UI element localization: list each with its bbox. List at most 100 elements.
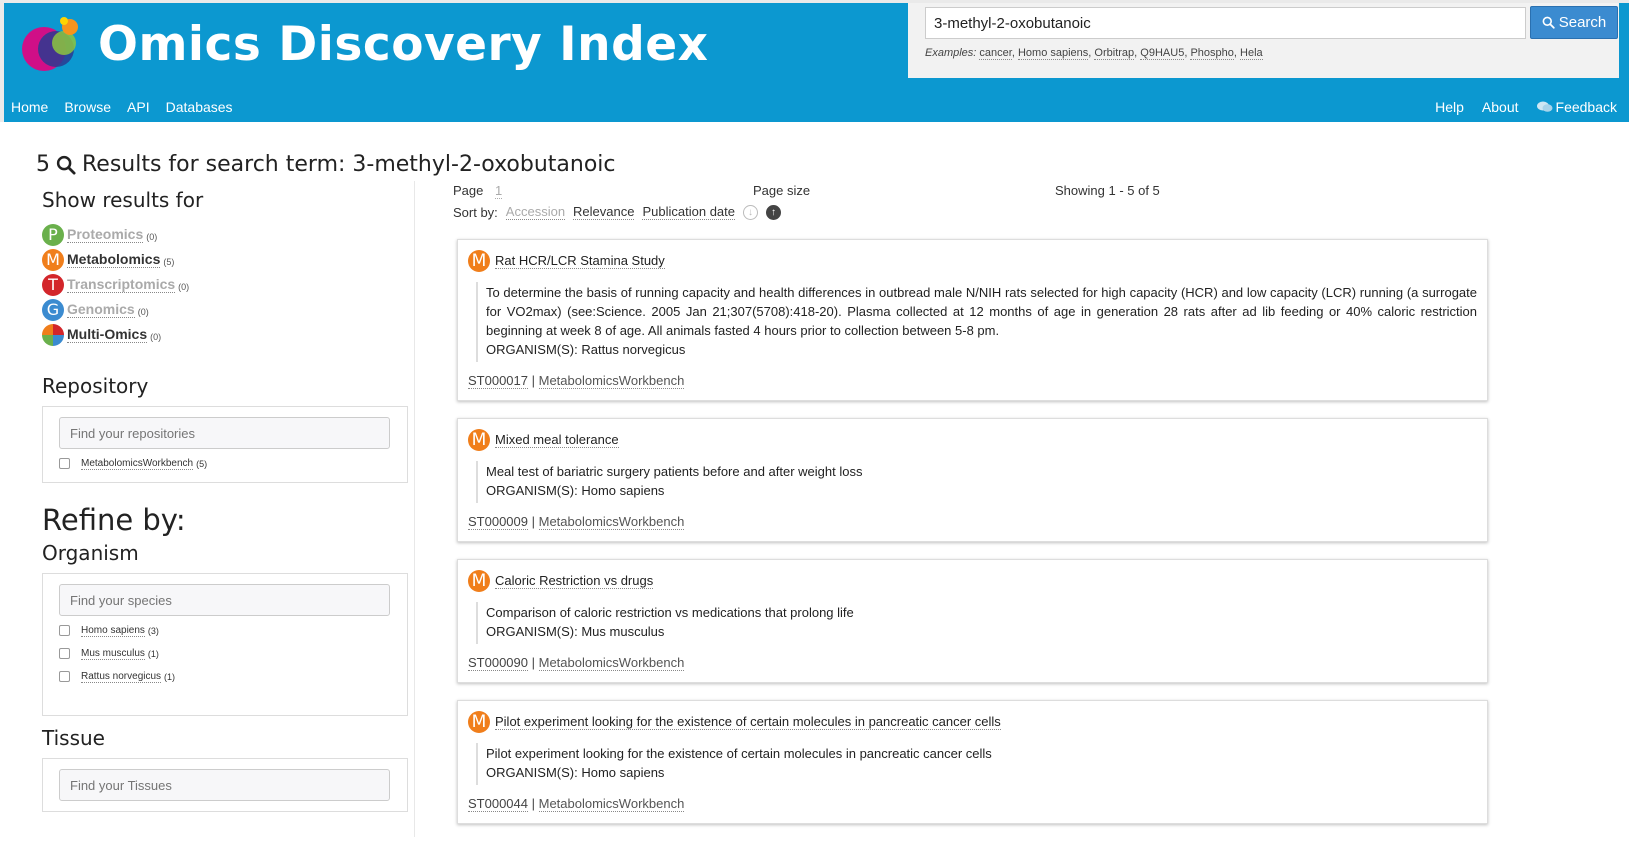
organism-search-input[interactable] (59, 584, 390, 616)
result-title-link[interactable]: Pilot experiment looking for the existen… (495, 714, 1001, 730)
repository-link[interactable]: MetabolomicsWorkbench (538, 373, 685, 389)
organism-option-label: Mus musculus (81, 647, 145, 660)
results-label: Results for search term: 3-methyl-2-oxob… (82, 152, 616, 177)
search-button-label: Search (1558, 14, 1607, 31)
nav-api[interactable]: API (127, 99, 150, 115)
sort-by-label: Sort by: (453, 204, 498, 220)
repository-link[interactable]: MetabolomicsWorkbench (538, 514, 685, 530)
nav-home[interactable]: Home (11, 99, 48, 115)
metabolomics-icon: M (42, 248, 64, 271)
organism-option[interactable]: Homo sapiens (3) (59, 622, 391, 639)
nav-help[interactable]: Help (1435, 99, 1464, 115)
omics-filter-transcriptomics[interactable]: T Transcriptomics (0) (42, 272, 408, 297)
omicsdi-logo-icon[interactable] (14, 13, 84, 73)
refine-heading: Refine by: (42, 503, 186, 537)
result-footer: ST000009 | MetabolomicsWorkbench (468, 514, 685, 530)
accession-link[interactable]: ST000017 (468, 373, 528, 389)
omics-filter-genomics[interactable]: G Genomics (0) (42, 297, 408, 322)
checkbox[interactable] (59, 458, 70, 469)
examples-label: Examples: (925, 47, 977, 59)
repository-link[interactable]: MetabolomicsWorkbench (538, 655, 685, 671)
example-link[interactable]: Homo sapiens (1017, 47, 1089, 60)
organism-option-count: (3) (147, 625, 159, 636)
search-input[interactable] (925, 7, 1526, 39)
showing-count: Showing 1 - 5 of 5 (1055, 183, 1160, 198)
example-link[interactable]: Q9HAU5 (1140, 47, 1185, 60)
multi-omics-pie-icon (42, 323, 64, 346)
organism-option-label: Rattus norvegicus (81, 670, 162, 683)
result-description: Comparison of caloric restriction vs med… (476, 602, 1477, 644)
result-title-link[interactable]: Mixed meal tolerance (495, 432, 619, 448)
omics-filter-proteomics[interactable]: P Proteomics (0) (42, 222, 408, 247)
organism-option-count: (1) (164, 671, 176, 682)
nav-feedback[interactable]: Feedback (1536, 99, 1617, 115)
checkbox[interactable] (59, 625, 70, 636)
sort-ascending-icon[interactable]: ↑ (766, 204, 781, 220)
sort-descending-icon[interactable]: ↓ (743, 204, 758, 220)
search-button[interactable]: Search (1530, 6, 1618, 39)
sort-relevance[interactable]: Relevance (573, 204, 635, 220)
sort-accession[interactable]: Accession (505, 204, 566, 220)
repository-search-input[interactable] (59, 417, 390, 449)
example-link[interactable]: Phospho (1190, 47, 1234, 60)
result-title-link[interactable]: Caloric Restriction vs drugs (495, 573, 654, 589)
example-link[interactable]: cancer (979, 47, 1012, 60)
organism-option-count: (1) (147, 648, 159, 659)
accession-link[interactable]: ST000009 (468, 514, 528, 530)
tissue-search-input[interactable] (59, 769, 390, 801)
omics-type-list: P Proteomics (0) M Metabolomics (5) T Tr… (42, 222, 408, 347)
accession-link[interactable]: ST000090 (468, 655, 528, 671)
omics-filter-metabolomics[interactable]: M Metabolomics (5) (42, 247, 408, 272)
show-results-heading: Show results for (42, 188, 204, 212)
site-header: Omics Discovery Index Search Examples: c… (0, 0, 1629, 122)
search-panel: Search Examples: cancer, Homo sapiens, O… (908, 3, 1619, 78)
organism-text: ORGANISM(S): Homo sapiens (486, 483, 665, 498)
result-card: M Caloric Restriction vs drugs Compariso… (457, 559, 1488, 683)
genomics-icon: G (42, 298, 64, 321)
organism-option[interactable]: Rattus norvegicus (1) (59, 668, 391, 685)
checkbox[interactable] (59, 648, 70, 659)
omics-count: (0) (150, 332, 162, 342)
checkbox[interactable] (59, 671, 70, 682)
description-text: Meal test of bariatric surgery patients … (486, 464, 863, 479)
nav-browse[interactable]: Browse (64, 99, 111, 115)
nav-about[interactable]: About (1482, 99, 1519, 115)
filter-sidebar: Show results for P Proteomics (0) M Meta… (42, 188, 408, 812)
search-icon (56, 155, 76, 174)
omics-count: (5) (163, 257, 175, 267)
omics-filter-multi-omics[interactable]: Multi-Omics (0) (42, 322, 408, 347)
description-text: Pilot experiment looking for the existen… (486, 746, 992, 761)
page-number-link[interactable]: 1 (495, 183, 503, 199)
site-title[interactable]: Omics Discovery Index (98, 17, 708, 72)
result-footer: ST000017 | MetabolomicsWorkbench (468, 373, 685, 389)
result-card: M Rat HCR/LCR Stamina Study To determine… (457, 239, 1488, 401)
organism-option-label: Homo sapiens (81, 624, 145, 637)
page-size-label: Page size (753, 183, 811, 198)
omics-name: Multi-Omics (67, 326, 148, 343)
results-title: 5 Results for search term: 3-methyl-2-ox… (36, 152, 616, 177)
metabolomics-icon: M (468, 711, 490, 733)
sort-publication-date[interactable]: Publication date (642, 204, 735, 220)
result-title-link[interactable]: Rat HCR/LCR Stamina Study (495, 253, 665, 269)
result-description: Pilot experiment looking for the existen… (476, 743, 1477, 785)
result-footer: ST000090 | MetabolomicsWorkbench (468, 655, 685, 671)
organism-text: ORGANISM(S): Mus musculus (486, 624, 665, 639)
example-link[interactable]: Hela (1240, 47, 1263, 60)
description-text: Comparison of caloric restriction vs med… (486, 605, 854, 620)
sort-controls: Sort by: Accession Relevance Publication… (453, 204, 1253, 220)
repository-link[interactable]: MetabolomicsWorkbench (538, 796, 685, 812)
organism-option[interactable]: Mus musculus (1) (59, 645, 391, 662)
result-card: M Pilot experiment looking for the exist… (457, 700, 1488, 824)
example-link[interactable]: Orbitrap (1094, 47, 1135, 60)
column-divider (414, 181, 415, 837)
omics-name: Metabolomics (67, 251, 161, 268)
omics-name: Transcriptomics (67, 276, 176, 293)
repository-option-label: MetabolomicsWorkbench (81, 457, 194, 470)
main-nav: Home Browse API Databases (11, 99, 233, 115)
repository-filter-box: MetabolomicsWorkbench (5) (42, 406, 408, 483)
repository-option[interactable]: MetabolomicsWorkbench (5) (59, 455, 391, 472)
organism-text: ORGANISM(S): Homo sapiens (486, 765, 665, 780)
nav-databases[interactable]: Databases (166, 99, 233, 115)
accession-link[interactable]: ST000044 (468, 796, 528, 812)
repository-heading: Repository (42, 374, 149, 398)
